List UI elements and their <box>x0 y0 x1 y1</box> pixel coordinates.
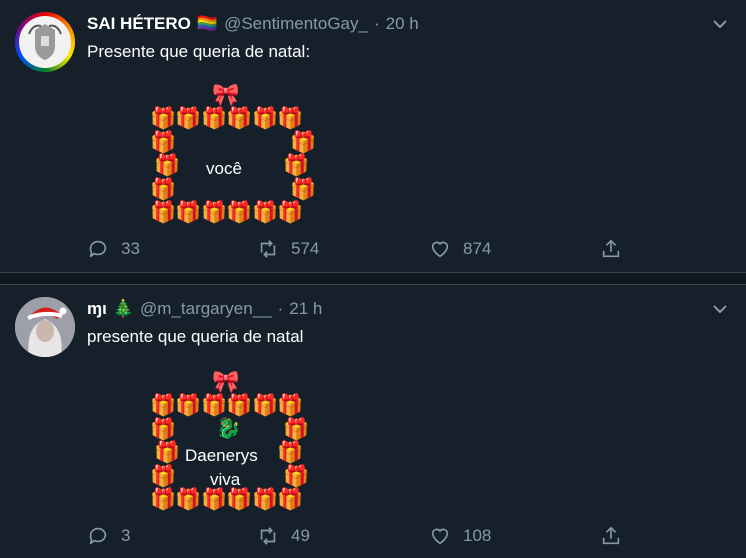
gift-icon: 🎁 <box>226 201 253 224</box>
tweet-actions: 33 574 874 <box>87 238 647 262</box>
like-count: 874 <box>463 239 492 258</box>
heart-icon <box>431 241 449 258</box>
gift-icon: 🎁 <box>150 107 177 130</box>
gift-icon: 🎁 <box>277 441 304 464</box>
retweet-icon <box>260 240 276 258</box>
gift-icon: 🎁 <box>201 107 228 130</box>
share-icon <box>602 239 620 258</box>
gift-icon: 🎁 <box>150 418 177 441</box>
gift-icon: 🎁 <box>175 394 202 417</box>
avatar[interactable] <box>15 297 75 357</box>
frame-label: você <box>206 159 242 178</box>
frame-label-line2: viva <box>210 470 241 489</box>
tweet-divider <box>0 272 746 285</box>
chevron-down-icon[interactable] <box>712 301 728 317</box>
reply-count: 3 <box>121 526 131 545</box>
gift-icon: 🎁 <box>175 107 202 130</box>
retweet-count: 574 <box>291 239 320 258</box>
gift-icon: 🎁 <box>277 488 304 511</box>
heart-icon <box>431 528 449 545</box>
share-button[interactable] <box>600 525 622 547</box>
christmas-tree-icon: 🎄 <box>112 299 135 318</box>
gift-icon: 🎁 <box>175 488 202 511</box>
timestamp[interactable]: 20 h <box>386 14 419 34</box>
gift-icon: 🎁 <box>283 154 310 177</box>
gift-icon: 🎁 <box>252 107 279 130</box>
gift-icon: 🎁 <box>290 178 317 201</box>
display-name[interactable]: ɱι <box>87 299 107 319</box>
gift-icon: 🎁 <box>175 201 202 224</box>
avatar-emblem <box>19 16 71 68</box>
user-handle[interactable]: @SentimentoGay_ <box>224 14 368 34</box>
gift-icon: 🎁 <box>154 441 181 464</box>
gift-icon: 🎁 <box>226 488 253 511</box>
gift-icon: 🎁 <box>252 394 279 417</box>
reply-button[interactable]: 33 <box>87 238 140 260</box>
dragon-icon: 🐉 <box>216 418 241 440</box>
gift-icon: 🎁 <box>283 465 310 488</box>
retweet-icon <box>260 527 276 545</box>
gift-icon: 🎁 <box>226 394 253 417</box>
like-button[interactable]: 874 <box>429 238 491 260</box>
reply-button[interactable]: 3 <box>87 525 130 547</box>
gift-icon: 🎁 <box>252 201 279 224</box>
gift-icon: 🎁 <box>154 154 181 177</box>
retweet-button[interactable]: 49 <box>257 525 310 547</box>
rainbow-flag-icon: 🏳️‍🌈 <box>196 14 219 33</box>
gift-icon: 🎁 <box>283 418 310 441</box>
tweet-actions: 3 49 108 <box>87 525 647 549</box>
tweet-text: Presente que queria de natal: <box>87 42 311 61</box>
like-count: 108 <box>463 526 492 545</box>
gift-icon: 🎁 <box>150 488 177 511</box>
gift-icon: 🎁 <box>201 201 228 224</box>
gift-icon: 🎁 <box>277 201 304 224</box>
chevron-down-icon[interactable] <box>712 16 728 32</box>
retweet-button[interactable]: 574 <box>257 238 319 260</box>
reply-count: 33 <box>121 239 140 258</box>
share-button[interactable] <box>600 238 622 260</box>
tweet[interactable]: ɱι 🎄 @m_targaryen__ · 21 h presente que … <box>0 285 746 558</box>
separator: · <box>373 14 380 33</box>
gift-icon: 🎁 <box>201 394 228 417</box>
separator: · <box>277 299 284 318</box>
reply-icon <box>89 240 107 258</box>
like-button[interactable]: 108 <box>429 525 491 547</box>
reply-icon <box>89 527 107 545</box>
display-name[interactable]: SAI HÉTERO <box>87 14 191 34</box>
gift-icon: 🎁 <box>290 131 317 154</box>
avatar-photo <box>15 297 75 357</box>
tweet-header: SAI HÉTERO 🏳️‍🌈 @SentimentoGay_ · 20 h <box>87 14 419 34</box>
gift-icon: 🎁 <box>150 394 177 417</box>
bow-icon: 🎀 <box>212 82 240 107</box>
gift-icon: 🎁 <box>150 201 177 224</box>
gift-icon: 🎁 <box>150 465 177 488</box>
gift-icon: 🎁 <box>277 394 304 417</box>
gift-icon: 🎁 <box>201 488 228 511</box>
timestamp[interactable]: 21 h <box>289 299 322 319</box>
frame-label-line1: Daenerys <box>185 446 258 465</box>
gift-icon: 🎁 <box>252 488 279 511</box>
avatar[interactable] <box>15 12 75 72</box>
tweet-header: ɱι 🎄 @m_targaryen__ · 21 h <box>87 299 322 319</box>
bow-icon: 🎀 <box>212 369 240 394</box>
tweet[interactable]: SAI HÉTERO 🏳️‍🌈 @SentimentoGay_ · 20 h P… <box>0 0 746 272</box>
retweet-count: 49 <box>291 526 310 545</box>
gift-icon: 🎁 <box>226 107 253 130</box>
gift-icon: 🎁 <box>150 178 177 201</box>
tweet-text: presente que queria de natal <box>87 327 304 346</box>
user-handle[interactable]: @m_targaryen__ <box>140 299 272 319</box>
gift-icon: 🎁 <box>277 107 304 130</box>
share-icon <box>602 526 620 545</box>
gift-icon: 🎁 <box>150 131 177 154</box>
